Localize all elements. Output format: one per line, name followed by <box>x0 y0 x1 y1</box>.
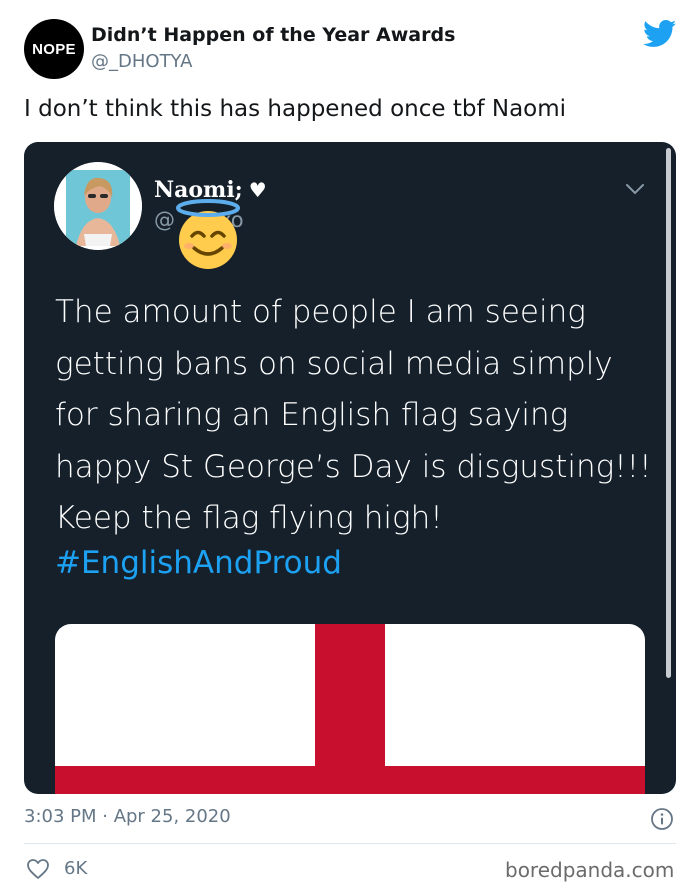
quoted-line: for sharing an English flag saying <box>55 397 569 433</box>
quoted-tweet-image[interactable]: Naomi; ♥ @ xo The amount of people I am se… <box>24 142 676 794</box>
quoted-tweet-text: The amount of people I am seeing getting… <box>55 287 655 545</box>
boredpanda-watermark: boredpanda.com <box>505 858 675 882</box>
author-handle[interactable]: @_DHOTYA <box>91 51 192 72</box>
halo-smiley-emoji-icon <box>176 199 240 269</box>
author-avatar[interactable]: NOPE <box>24 19 84 79</box>
like-count[interactable]: 6K <box>64 858 87 879</box>
scrollbar <box>666 148 671 678</box>
avatar-text: NOPE <box>32 40 76 58</box>
quoted-line: The amount of people I am seeing <box>55 294 586 330</box>
hashtag-link[interactable]: #EnglishAndProud <box>55 545 342 581</box>
flag-cross-horizontal <box>55 766 645 794</box>
quoted-avatar <box>54 162 142 250</box>
info-icon[interactable] <box>650 807 674 831</box>
tweet-timestamp[interactable]: 3:03 PM · Apr 25, 2020 <box>24 806 231 827</box>
author-display-name[interactable]: Didn’t Happen of the Year Awards <box>91 24 455 46</box>
quoted-line: happy St George’s Day is disgusting!!! <box>55 448 652 485</box>
quoted-line: Keep the flag flying high! <box>55 500 443 536</box>
tweet-text: I don’t think this has happened once tbf… <box>24 96 567 122</box>
twitter-bird-icon[interactable] <box>643 20 677 48</box>
profile-photo-icon <box>54 162 142 250</box>
heart-emoji-icon: ♥ <box>248 178 267 202</box>
quoted-line: getting bans on social media simply <box>55 345 613 382</box>
chevron-down-icon[interactable] <box>624 182 646 196</box>
divider <box>24 843 676 844</box>
english-flag-image <box>55 624 645 794</box>
heart-icon[interactable] <box>26 858 50 880</box>
